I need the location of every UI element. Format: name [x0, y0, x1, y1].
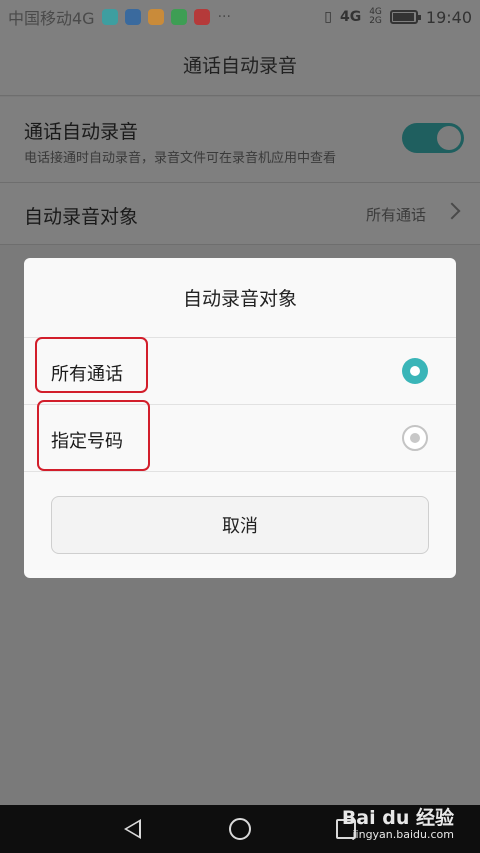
record-target-title: 自动录音对象 [24, 206, 139, 228]
dialog-title: 自动录音对象 [24, 258, 456, 338]
navigation-bar: Bai du 经验 jingyan.baidu.com [0, 805, 480, 853]
clock: 19:40 [425, 7, 472, 27]
network-type-label: 4G [339, 9, 362, 25]
auto-record-setting[interactable]: 通话自动录音 电话接通时自动录音，录音文件可在录音机应用中查看 [0, 97, 480, 183]
record-target-setting[interactable]: 自动录音对象 所有通话 [0, 183, 480, 245]
battery-icon [389, 10, 421, 24]
app-notification-icon [147, 9, 164, 25]
chevron-right-icon [443, 202, 461, 220]
back-icon[interactable] [124, 819, 141, 839]
app-notification-icon [170, 9, 187, 25]
more-notifications-icon: ··· [217, 9, 231, 25]
radio-unselected-icon[interactable] [402, 425, 428, 451]
highlight-box [35, 337, 148, 393]
baidu-jingyan-watermark: Bai du 经验 jingyan.baidu.com [342, 808, 454, 841]
auto-record-toggle[interactable] [402, 123, 464, 153]
carrier-label: 中国移动4G [8, 9, 95, 28]
toggle-knob [437, 126, 461, 150]
page-title: 通话自动录音 [0, 34, 480, 96]
radio-selected-icon[interactable] [402, 358, 428, 384]
signal-icon: 4G 2G [369, 8, 382, 26]
shield-icon [124, 9, 141, 25]
cancel-button[interactable]: 取消 [51, 496, 429, 554]
app-notification-icon [101, 9, 118, 25]
highlight-box [37, 400, 150, 471]
vibrate-icon: ▯ [324, 9, 332, 25]
watermark-brand: Bai du 经验 [341, 807, 454, 829]
status-bar: 中国移动4G ··· ▯ 4G 4G 2G 19:40 [0, 0, 480, 34]
app-notification-icon [193, 9, 210, 25]
home-icon[interactable] [229, 818, 251, 840]
record-target-value: 所有通话 [365, 206, 426, 224]
watermark-url: jingyan.baidu.com [352, 827, 454, 841]
auto-record-title: 通话自动录音 [24, 121, 139, 143]
network-type-bottom: 2G [369, 16, 382, 26]
auto-record-subtitle: 电话接通时自动录音，录音文件可在录音机应用中查看 [24, 151, 337, 166]
